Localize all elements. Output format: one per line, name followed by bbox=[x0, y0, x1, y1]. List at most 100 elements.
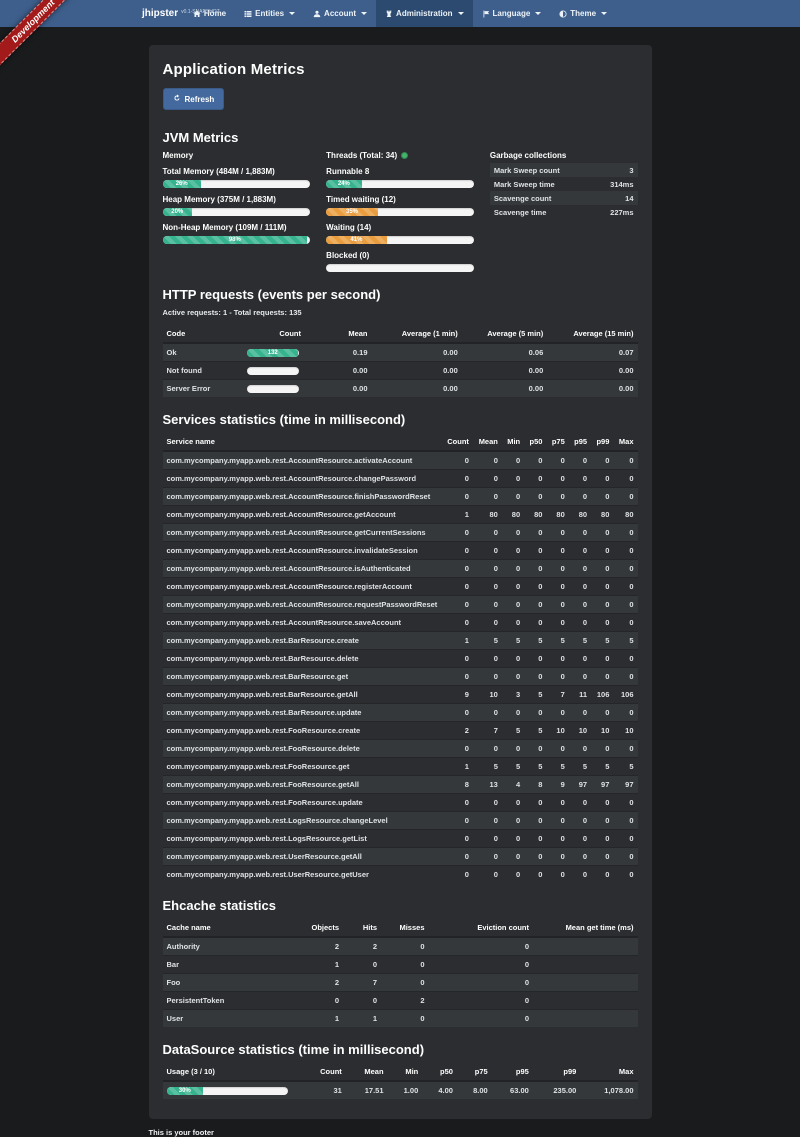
value-cell: 0 bbox=[546, 614, 568, 632]
nav-item-label: Entities bbox=[255, 9, 284, 18]
value-cell: 0.00 bbox=[305, 380, 372, 398]
value-cell: 0 bbox=[569, 614, 591, 632]
table-row: com.mycompany.myapp.web.rest.AccountReso… bbox=[163, 614, 638, 632]
service-name-cell: com.mycompany.myapp.web.rest.BarResource… bbox=[163, 632, 442, 650]
value-cell: 0 bbox=[613, 740, 637, 758]
value-cell: 0 bbox=[441, 524, 473, 542]
table-row: com.mycompany.myapp.web.rest.AccountReso… bbox=[163, 470, 638, 488]
value-cell: 0 bbox=[502, 596, 524, 614]
value-cell: 0 bbox=[473, 830, 502, 848]
refresh-button[interactable]: Refresh bbox=[163, 88, 225, 110]
value-cell: 0 bbox=[524, 812, 546, 830]
value-cell: 0 bbox=[569, 524, 591, 542]
value-cell: 5 bbox=[473, 758, 502, 776]
table-row: com.mycompany.myapp.web.rest.FooResource… bbox=[163, 740, 638, 758]
table-row: Authority2200 bbox=[163, 937, 638, 956]
value-cell: 0 bbox=[524, 596, 546, 614]
value-cell: 5 bbox=[524, 758, 546, 776]
column-header: Code bbox=[163, 325, 244, 343]
value-cell: 0 bbox=[524, 614, 546, 632]
header-row: CodeCountMeanAverage (1 min)Average (5 m… bbox=[163, 325, 638, 343]
nav-item-language[interactable]: Language bbox=[473, 0, 551, 27]
value-cell bbox=[533, 1010, 638, 1028]
http-requests-table: CodeCountMeanAverage (1 min)Average (5 m… bbox=[163, 325, 638, 397]
value-cell: 0 bbox=[569, 488, 591, 506]
value-cell: 0 bbox=[569, 650, 591, 668]
value-cell: 0 bbox=[473, 740, 502, 758]
nav-item-administration[interactable]: Administration bbox=[376, 0, 472, 27]
value-cell: 0 bbox=[381, 937, 429, 956]
progress-bar: 20% bbox=[163, 208, 311, 216]
value-cell: 0.00 bbox=[547, 362, 637, 380]
progress-bar: 41% bbox=[326, 236, 474, 244]
count-cell: 132 bbox=[243, 343, 305, 362]
value-cell: 80 bbox=[613, 506, 637, 524]
value-cell: 0 bbox=[502, 740, 524, 758]
value-cell: 0 bbox=[429, 1010, 534, 1028]
value-cell: 0 bbox=[441, 866, 473, 884]
value-cell: 0 bbox=[591, 812, 613, 830]
thread-dump-icon[interactable] bbox=[401, 152, 408, 159]
nav-item-entities[interactable]: Entities bbox=[235, 0, 304, 27]
column-header: Mean bbox=[305, 325, 372, 343]
value-cell: 0 bbox=[591, 524, 613, 542]
value-cell: 0 bbox=[502, 524, 524, 542]
value-cell: 0 bbox=[502, 470, 524, 488]
http-requests-heading: HTTP requests (events per second) bbox=[163, 287, 638, 302]
column-header: Average (1 min) bbox=[372, 325, 462, 343]
services-statistics-heading: Services statistics (time in millisecond… bbox=[163, 412, 638, 427]
column-header: p50 bbox=[422, 1063, 457, 1081]
value-cell: 0 bbox=[441, 451, 473, 470]
gc-row: Scavenge count14 bbox=[490, 191, 638, 205]
column-header: Service name bbox=[163, 433, 442, 451]
service-name-cell: com.mycompany.myapp.web.rest.BarResource… bbox=[163, 668, 442, 686]
table-row: com.mycompany.myapp.web.rest.FooResource… bbox=[163, 776, 638, 794]
value-cell: 1,078.00 bbox=[580, 1081, 637, 1099]
value-cell: 0 bbox=[613, 848, 637, 866]
value-cell: 0 bbox=[546, 866, 568, 884]
memory-bars: Total Memory (484M / 1,883M)26%Heap Memo… bbox=[163, 167, 311, 244]
progress-bar bbox=[326, 264, 474, 272]
service-name-cell: com.mycompany.myapp.web.rest.AccountReso… bbox=[163, 560, 442, 578]
brand-link[interactable]: jhipster v0.1-SNAPSHOT bbox=[142, 0, 220, 27]
nav-item-account[interactable]: Account bbox=[304, 0, 376, 27]
value-cell: 0 bbox=[296, 992, 344, 1010]
value-cell: 8 bbox=[524, 776, 546, 794]
service-name-cell: com.mycompany.myapp.web.rest.AccountReso… bbox=[163, 596, 442, 614]
table-row: com.mycompany.myapp.web.rest.AccountReso… bbox=[163, 560, 638, 578]
value-cell: 0 bbox=[546, 830, 568, 848]
value-cell: 0 bbox=[441, 578, 473, 596]
gc-metric-name: Mark Sweep count bbox=[490, 163, 594, 177]
value-cell: 0 bbox=[591, 470, 613, 488]
value-cell: 0 bbox=[524, 542, 546, 560]
table-row: com.mycompany.myapp.web.rest.UserResourc… bbox=[163, 866, 638, 884]
column-header: p75 bbox=[546, 433, 568, 451]
cache-name-cell: User bbox=[163, 1010, 296, 1028]
value-cell: 0 bbox=[473, 614, 502, 632]
column-header: Min bbox=[388, 1063, 423, 1081]
table-row: com.mycompany.myapp.web.rest.FooResource… bbox=[163, 794, 638, 812]
theme-adjust-icon bbox=[559, 10, 567, 18]
value-cell: 80 bbox=[591, 506, 613, 524]
thread-metric: Timed waiting (12)35% bbox=[326, 195, 474, 216]
nav-item-label: Language bbox=[493, 9, 531, 18]
value-cell: 0 bbox=[502, 560, 524, 578]
gc-row: Mark Sweep time314ms bbox=[490, 177, 638, 191]
value-cell: 235.00 bbox=[533, 1081, 581, 1099]
table-row: Ok1320.190.000.060.07 bbox=[163, 343, 638, 362]
value-cell: 0 bbox=[546, 812, 568, 830]
value-cell: 97 bbox=[613, 776, 637, 794]
value-cell: 97 bbox=[591, 776, 613, 794]
refresh-icon bbox=[173, 94, 181, 104]
value-cell: 0 bbox=[546, 650, 568, 668]
value-cell: 0 bbox=[546, 578, 568, 596]
value-cell: 106 bbox=[613, 686, 637, 704]
progress-bar: 24% bbox=[326, 180, 474, 188]
code-cell: Not found bbox=[163, 362, 244, 380]
progress-bar: 26% bbox=[163, 180, 311, 188]
nav-item-theme[interactable]: Theme bbox=[550, 0, 616, 27]
value-cell: 97 bbox=[569, 776, 591, 794]
column-header: Mean bbox=[473, 433, 502, 451]
entities-list-icon bbox=[244, 10, 252, 18]
refresh-button-label: Refresh bbox=[185, 95, 215, 104]
